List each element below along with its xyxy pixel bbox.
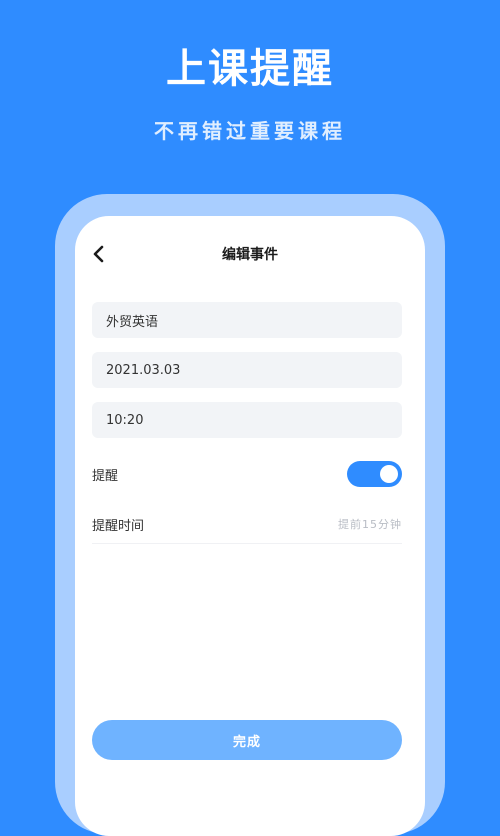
reminder-row: 提醒 xyxy=(92,456,402,492)
divider xyxy=(92,543,402,544)
time-value: 10:20 xyxy=(106,412,144,428)
nav-bar: 编辑事件 xyxy=(75,216,425,296)
phone-mockup: 编辑事件 外贸英语 2021.03.03 10:20 提醒 提醒时间 提前15分… xyxy=(55,194,445,836)
course-name-value: 外贸英语 xyxy=(106,314,159,330)
reminder-time-row[interactable]: 提醒时间 提前15分钟 xyxy=(92,506,402,542)
reminder-toggle[interactable] xyxy=(347,461,402,487)
date-field[interactable]: 2021.03.03 xyxy=(92,352,402,388)
page-title: 编辑事件 xyxy=(222,247,278,263)
toggle-knob xyxy=(380,465,398,483)
done-button[interactable]: 完成 xyxy=(92,720,402,760)
reminder-label: 提醒 xyxy=(92,468,119,484)
promo-subtitle: 不再错过重要课程 xyxy=(154,119,346,143)
phone-screen: 编辑事件 外贸英语 2021.03.03 10:20 提醒 提醒时间 提前15分… xyxy=(75,216,425,836)
reminder-time-label: 提醒时间 xyxy=(92,518,145,534)
course-name-field[interactable]: 外贸英语 xyxy=(92,302,402,338)
date-value: 2021.03.03 xyxy=(106,362,181,378)
reminder-time-value: 提前15分钟 xyxy=(338,518,402,531)
promo-header: 上课提醒 不再错过重要课程 xyxy=(0,0,500,190)
promo-title: 上课提醒 xyxy=(166,46,334,92)
time-field[interactable]: 10:20 xyxy=(92,402,402,438)
